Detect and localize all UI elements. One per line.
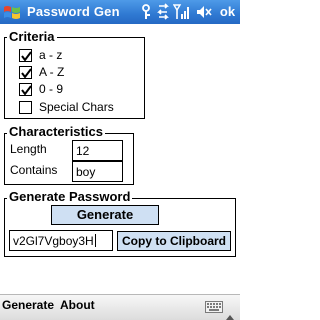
windows-flag-icon[interactable]	[3, 3, 21, 21]
title-bar: Password Gen ok	[0, 0, 240, 24]
connectivity-icon[interactable]	[139, 3, 153, 21]
ok-button[interactable]: ok	[217, 3, 238, 21]
chevron-up-icon[interactable]	[226, 307, 234, 320]
signal-strength-icon[interactable]	[172, 3, 191, 21]
contains-label: Contains	[10, 163, 58, 177]
length-input[interactable]: 12	[72, 140, 123, 161]
password-output-field[interactable]: v2Gl7Vgboy3H	[9, 230, 113, 251]
volume-icon[interactable]	[196, 3, 212, 21]
contains-input[interactable]: boy	[72, 161, 123, 182]
checkbox-digits-label: 0 - 9	[39, 82, 64, 96]
checkbox-digits-box[interactable]	[19, 83, 32, 96]
menu-bar: Generate About	[0, 294, 240, 320]
criteria-title: Criteria	[7, 29, 57, 44]
checkbox-uppercase-label: A - Z	[39, 65, 65, 79]
checkbox-special-chars-box[interactable]	[19, 101, 32, 114]
checkbox-special-chars-label: Special Chars	[39, 100, 114, 114]
app-title: Password Gen	[27, 4, 120, 19]
checkbox-uppercase-box[interactable]	[19, 66, 32, 79]
sync-arrows-icon[interactable]	[156, 3, 170, 21]
menu-about[interactable]: About	[60, 298, 95, 312]
characteristics-title: Characteristics	[7, 124, 105, 139]
keyboard-icon[interactable]	[205, 300, 223, 318]
password-output-value: v2Gl7Vgboy3H	[13, 234, 94, 248]
generate-button[interactable]: Generate	[51, 205, 159, 225]
checkbox-lowercase-box[interactable]	[19, 49, 32, 62]
menu-generate[interactable]: Generate	[2, 298, 54, 312]
checkbox-lowercase-label: a - z	[39, 48, 63, 62]
length-label: Length	[10, 142, 47, 156]
generate-password-title: Generate Password	[7, 189, 133, 204]
copy-to-clipboard-button[interactable]: Copy to Clipboard	[117, 231, 231, 251]
text-caret	[94, 234, 96, 247]
